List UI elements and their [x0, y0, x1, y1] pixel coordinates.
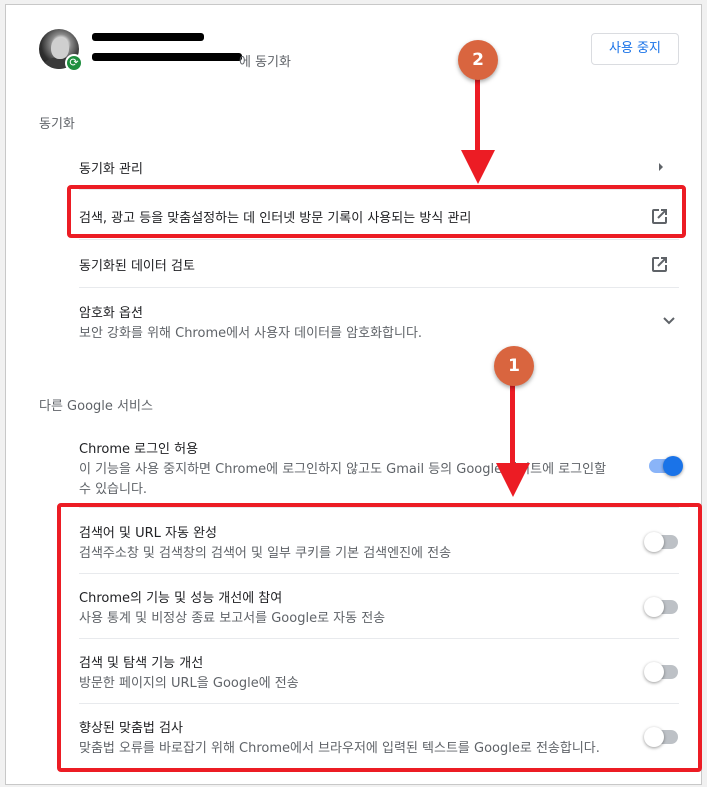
chevron-down-icon[interactable] — [658, 310, 680, 332]
settings-card: ⟳ 에 동기화 사용 중지 동기화 동기화 관리 검색, 광고 등을 맞춤설정하… — [5, 4, 702, 785]
setting-row-label: Chrome 로그인 허용 — [79, 442, 199, 457]
sync-row-label: 암호화 옵션 — [79, 306, 143, 321]
open-in-new-icon[interactable] — [649, 253, 671, 275]
improve-chrome-toggle[interactable] — [644, 597, 678, 617]
setting-row-label: Chrome의 기능 및 성능 개선에 참여 — [79, 591, 283, 606]
setting-row-description: 맞춤법 오류를 바로잡기 위해 Chrome에서 브라우저에 입력된 텍스트를 … — [79, 741, 600, 756]
redacted-account-name — [92, 33, 204, 41]
divider — [79, 287, 679, 288]
setting-row-description: 검색주소창 및 검색창의 검색어 및 일부 쿠키를 기본 검색엔진에 전송 — [79, 546, 452, 561]
sync-row-description: 보안 강화를 위해 Chrome에서 사용자 데이터를 암호화합니다. — [79, 326, 423, 341]
setting-row-label: 검색 및 탐색 기능 개선 — [79, 656, 204, 671]
divider — [79, 507, 679, 508]
spell-check-toggle[interactable] — [644, 727, 678, 747]
sync-row-label: 동기화된 데이터 검토 — [79, 259, 195, 274]
arrow-head-2 — [461, 150, 495, 184]
sync-status-icon: ⟳ — [65, 54, 83, 72]
open-in-new-icon[interactable] — [649, 205, 671, 227]
arrow-shaft-1 — [510, 385, 515, 465]
sync-row-label: 동기화 관리 — [79, 162, 143, 177]
setting-row-description: 사용 통계 및 비정상 종료 보고서를 Google로 자동 전송 — [79, 611, 386, 626]
divider — [79, 703, 679, 704]
allow-signin-toggle[interactable] — [649, 456, 683, 476]
improve-search-toggle[interactable] — [644, 662, 678, 682]
divider — [79, 189, 679, 190]
sync-row-label: 검색, 광고 등을 맞춤설정하는 데 인터넷 방문 기록이 사용되는 방식 관리 — [79, 211, 472, 226]
divider — [79, 638, 679, 639]
setting-row-label: 향상된 맞춤법 검사 — [79, 721, 183, 736]
arrow-head-1 — [496, 463, 530, 497]
google-services-section-title: 다른 Google 서비스 — [39, 399, 153, 414]
account-sync-label: 에 동기화 — [239, 55, 291, 70]
autocomplete-toggle[interactable] — [644, 532, 678, 552]
annotation-badge-2: 2 — [458, 40, 498, 80]
stop-sync-button[interactable]: 사용 중지 — [591, 33, 679, 65]
sync-section-title: 동기화 — [39, 117, 75, 132]
setting-row-label: 검색어 및 URL 자동 완성 — [79, 526, 217, 541]
setting-row-description-continued: 수 있습니다. — [79, 482, 148, 497]
divider — [79, 573, 679, 574]
annotation-badge-1: 1 — [494, 346, 534, 386]
redacted-account-email — [92, 53, 242, 61]
divider — [79, 239, 679, 240]
arrow-shaft-2 — [475, 76, 480, 152]
chevron-right-icon[interactable] — [650, 156, 672, 178]
setting-row-description: 방문한 페이지의 URL을 Google에 전송 — [79, 676, 299, 691]
